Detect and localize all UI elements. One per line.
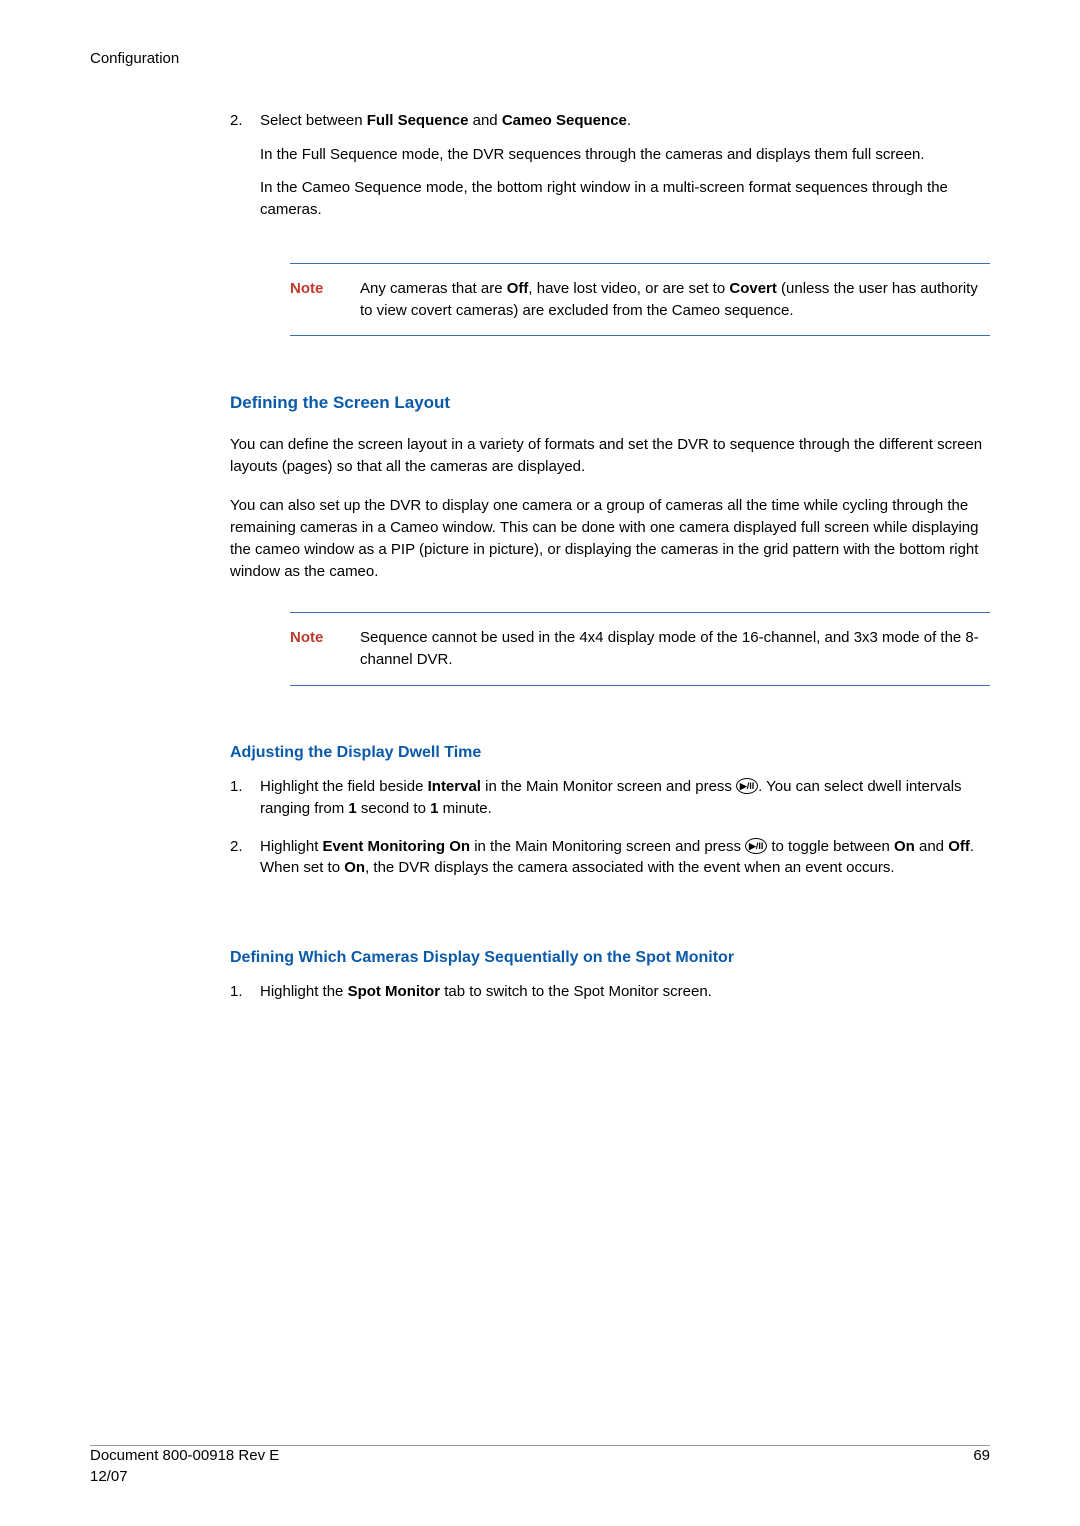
bold-text: On	[894, 838, 915, 855]
text: Select between	[260, 112, 367, 129]
step-number: 2.	[230, 110, 260, 233]
text: and	[468, 112, 501, 129]
bold-text: Covert	[729, 280, 777, 297]
text: Highlight	[260, 838, 323, 855]
bold-text: Cameo Sequence	[502, 112, 627, 129]
step-number: 1.	[230, 776, 260, 832]
text: , have lost video, or are set to	[528, 280, 729, 297]
bold-text: Off	[948, 838, 970, 855]
page-footer: Document 800-00918 Rev E 12/07 69	[90, 1445, 990, 1489]
bold-text: Spot Monitor	[348, 983, 440, 1000]
dwell-step-1: 1. Highlight the field beside Interval i…	[230, 776, 990, 832]
bold-text: Full Sequence	[367, 112, 469, 129]
step2-p2: In the Full Sequence mode, the DVR seque…	[260, 144, 990, 166]
text: Highlight the field beside	[260, 778, 428, 795]
page-number: 69	[973, 1445, 990, 1489]
text: .	[627, 112, 631, 129]
section-spot-monitor: Defining Which Cameras Display Sequentia…	[230, 946, 990, 969]
play-pause-icon: ▶/II	[745, 838, 767, 854]
note-text: Any cameras that are Off, have lost vide…	[360, 278, 990, 322]
text: in the Main Monitor screen and press	[481, 778, 736, 795]
note-box-1: Note Any cameras that are Off, have lost…	[290, 263, 990, 337]
text: Any cameras that are	[360, 280, 507, 297]
note-box-2: Note Sequence cannot be used in the 4x4 …	[290, 612, 990, 686]
step2-line1: Select between Full Sequence and Cameo S…	[260, 110, 990, 132]
bold-text: Interval	[428, 778, 481, 795]
note-text: Sequence cannot be used in the 4x4 displ…	[360, 627, 990, 671]
dwell-step1-text: Highlight the field beside Interval in t…	[260, 776, 990, 820]
text: to toggle between	[767, 838, 894, 855]
bold-text: Off	[507, 280, 529, 297]
text: Highlight the	[260, 983, 348, 1000]
spot-step-1: 1. Highlight the Spot Monitor tab to swi…	[230, 981, 990, 1015]
note-label: Note	[290, 278, 332, 322]
main-content: 2. Select between Full Sequence and Came…	[230, 110, 990, 1015]
step-2: 2. Select between Full Sequence and Came…	[230, 110, 990, 233]
step-number: 1.	[230, 981, 260, 1015]
play-pause-icon: ▶/II	[736, 778, 758, 794]
footer-left: Document 800-00918 Rev E 12/07	[90, 1445, 279, 1489]
bold-text: 1	[348, 800, 356, 817]
bold-text: Event Monitoring On	[323, 838, 471, 855]
section1-p1: You can define the screen layout in a va…	[230, 434, 990, 478]
page-header: Configuration	[90, 48, 990, 70]
text: tab to switch to the Spot Monitor screen…	[440, 983, 712, 1000]
text: in the Main Monitoring screen and press	[470, 838, 745, 855]
section-defining-screen-layout: Defining the Screen Layout	[230, 391, 990, 416]
text: second to	[357, 800, 430, 817]
section-adjusting-dwell: Adjusting the Display Dwell Time	[230, 741, 990, 764]
text: , the DVR displays the camera associated…	[365, 859, 894, 876]
dwell-step2-text: Highlight Event Monitoring On in the Mai…	[260, 836, 990, 880]
dwell-step-2: 2. Highlight Event Monitoring On in the …	[230, 836, 990, 892]
section1-p2: You can also set up the DVR to display o…	[230, 495, 990, 582]
doc-date: 12/07	[90, 1466, 279, 1488]
text: minute.	[438, 800, 491, 817]
text: and	[915, 838, 948, 855]
spot-step1-text: Highlight the Spot Monitor tab to switch…	[260, 981, 990, 1003]
doc-id: Document 800-00918 Rev E	[90, 1445, 279, 1467]
step-number: 2.	[230, 836, 260, 892]
bold-text: On	[344, 859, 365, 876]
step2-p3: In the Cameo Sequence mode, the bottom r…	[260, 177, 990, 221]
note-label: Note	[290, 627, 332, 671]
